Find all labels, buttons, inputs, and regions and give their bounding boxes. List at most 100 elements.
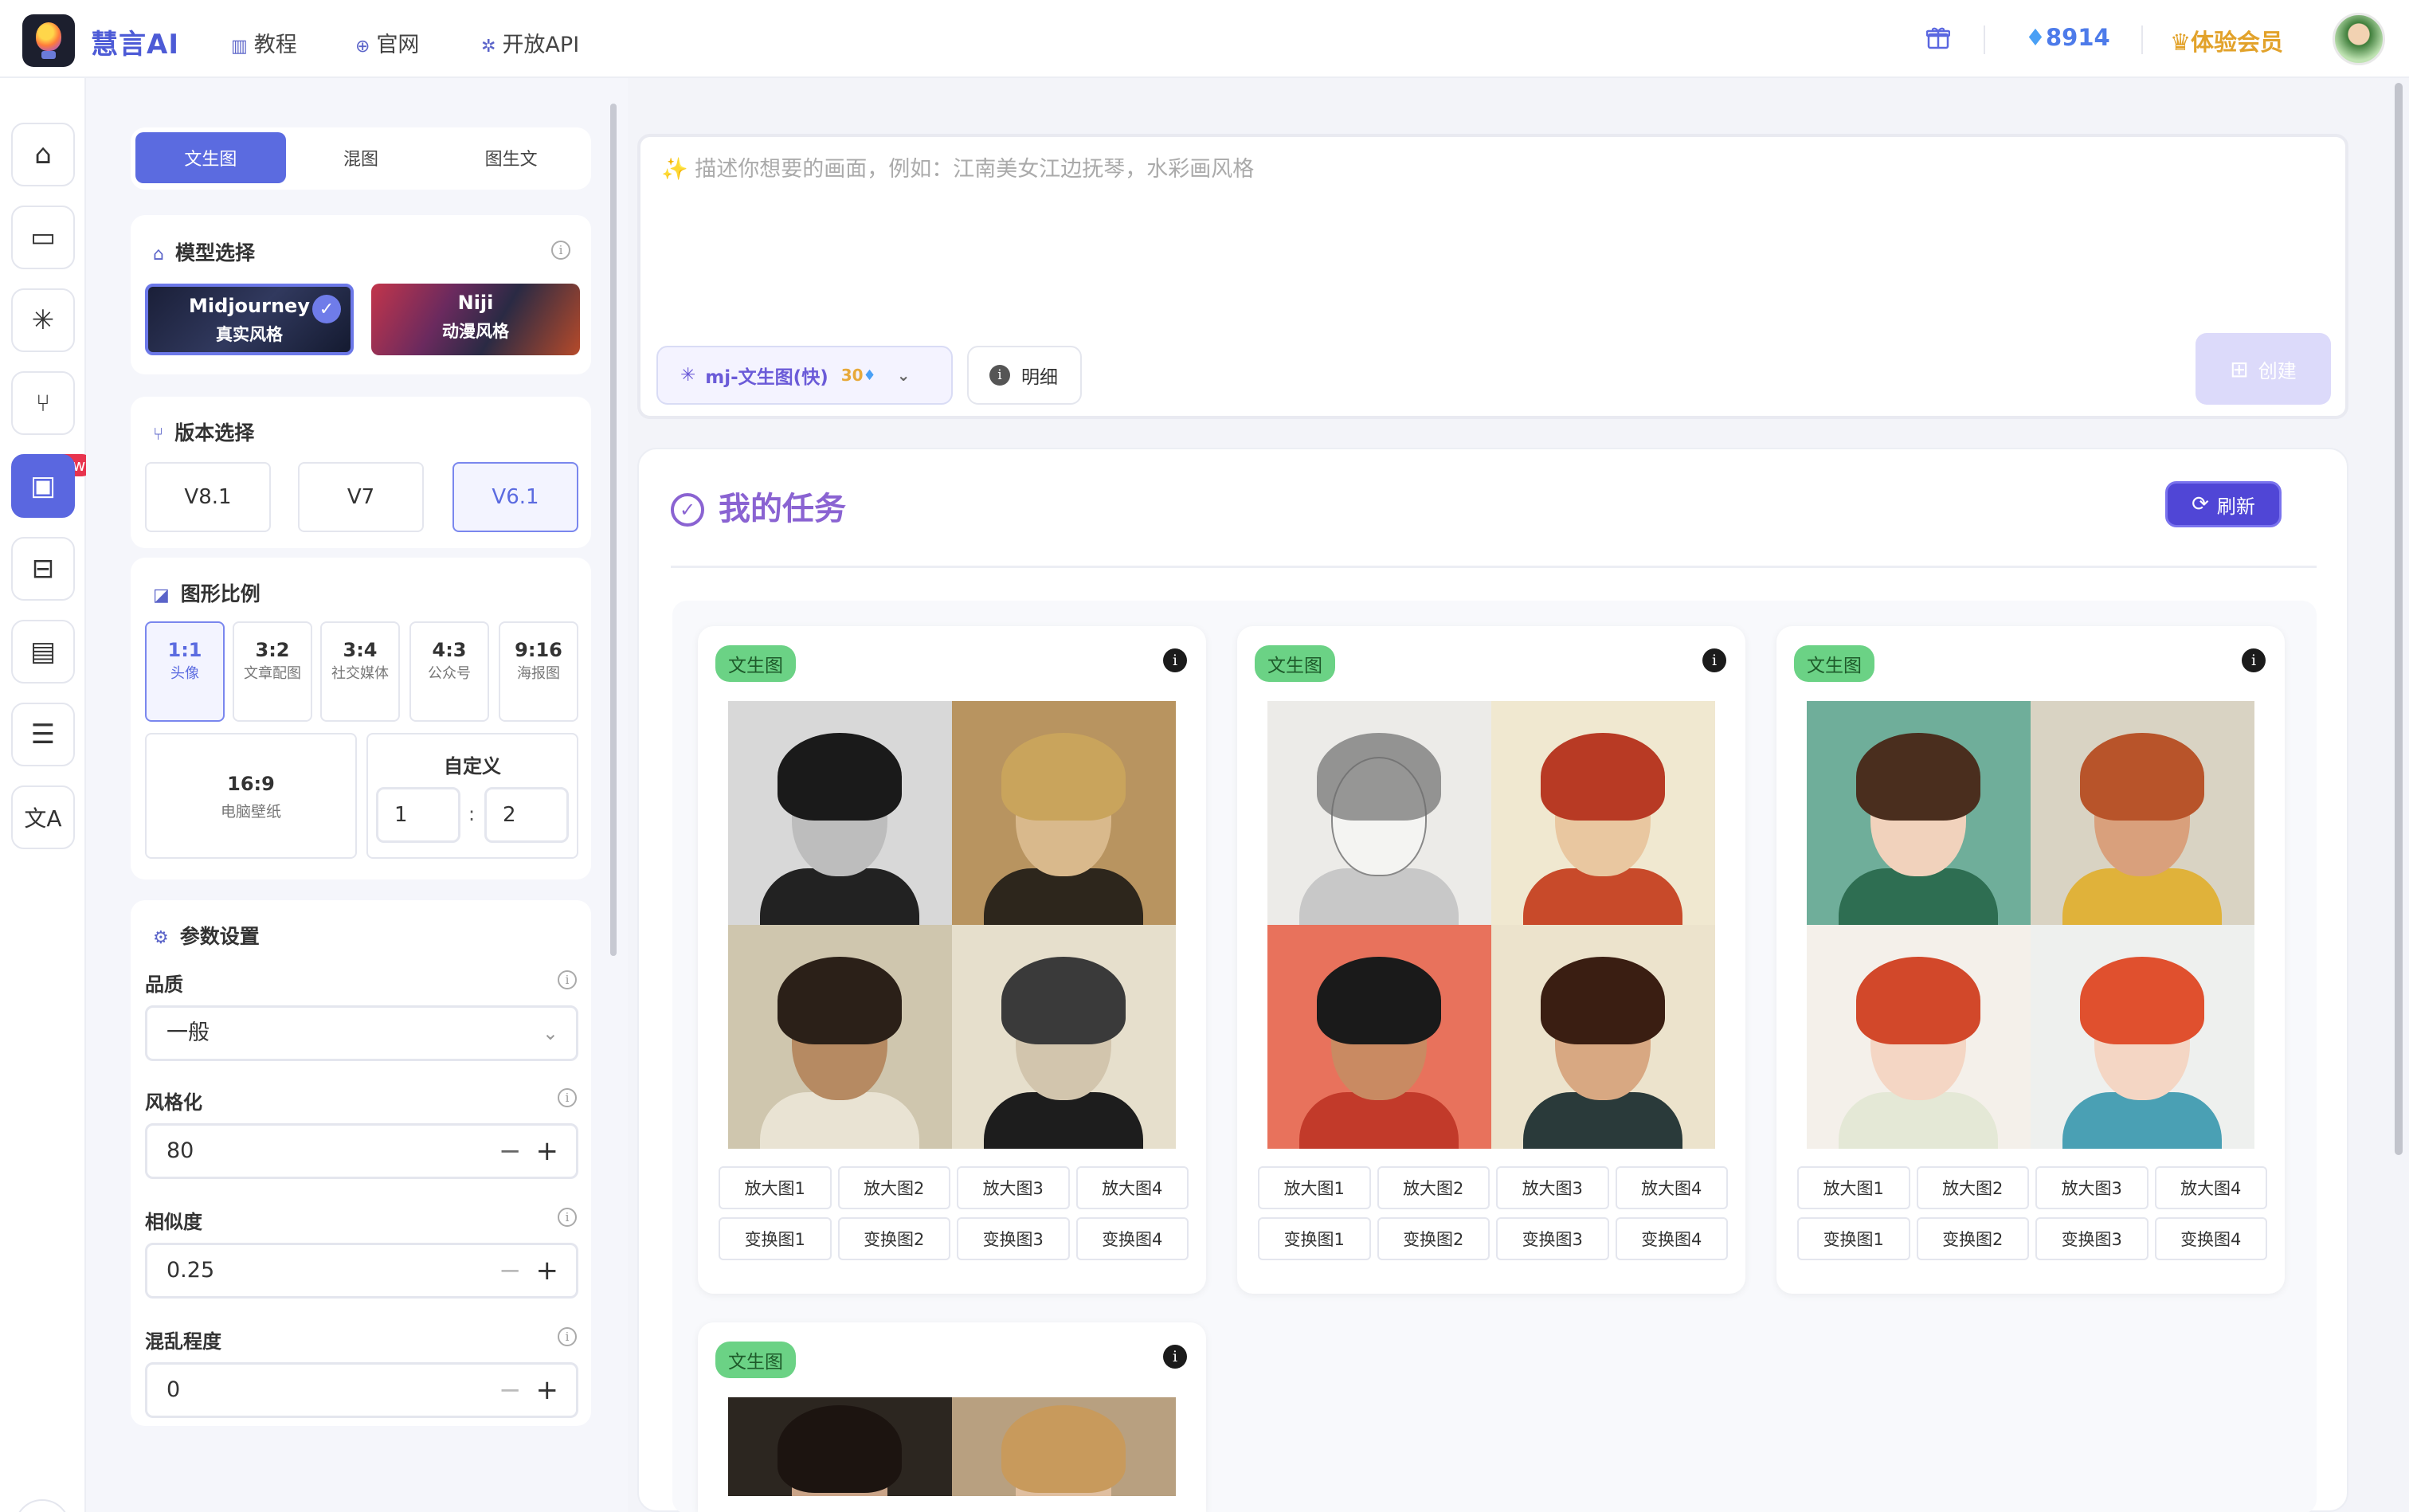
nav-website[interactable]: ⊕ 官网 bbox=[355, 27, 419, 58]
prompt-box[interactable]: ✨ 描述你想要的画面，例如：江南美女江边抚琴，水彩画风格 ✳ mj-文生图(快)… bbox=[637, 134, 2348, 419]
rail-home[interactable]: ⌂ bbox=[11, 123, 75, 186]
detail-button[interactable]: i 明细 bbox=[967, 346, 1082, 405]
generated-image[interactable] bbox=[728, 1397, 952, 1496]
brand-name[interactable]: 慧言AI bbox=[91, 22, 179, 61]
plus-icon[interactable]: + bbox=[536, 1255, 559, 1287]
gift-icon[interactable] bbox=[1926, 25, 1950, 49]
ratio-9-16[interactable]: 9:16 海报图 bbox=[499, 621, 578, 722]
info-icon[interactable]: i bbox=[2242, 648, 2266, 672]
generated-image[interactable] bbox=[2031, 701, 2254, 925]
minus-icon[interactable]: − bbox=[499, 1255, 522, 1287]
ratio-16-9[interactable]: 16:9 电脑壁纸 bbox=[145, 733, 357, 859]
plus-icon[interactable]: + bbox=[536, 1374, 559, 1406]
vary-1-button[interactable]: 变换图1 bbox=[1797, 1217, 1910, 1260]
ratio-3-4[interactable]: 3:4 社交媒体 bbox=[320, 621, 400, 722]
app-logo[interactable] bbox=[22, 14, 75, 67]
vary-2-button[interactable]: 变换图2 bbox=[1377, 1217, 1490, 1260]
tab-blend[interactable]: 混图 bbox=[286, 132, 437, 183]
rail-bag[interactable]: ⊟ bbox=[11, 537, 75, 601]
tab-text-to-image[interactable]: 文生图 bbox=[135, 132, 286, 183]
generated-image[interactable] bbox=[952, 701, 1176, 925]
info-icon[interactable]: i bbox=[1163, 1345, 1187, 1369]
upscale-4-button[interactable]: 放大图4 bbox=[1615, 1166, 1728, 1209]
rail-branch[interactable]: ⑂ bbox=[11, 371, 75, 435]
info-icon[interactable]: i bbox=[558, 1208, 577, 1227]
vary-3-button[interactable]: 变换图3 bbox=[957, 1217, 1070, 1260]
generated-image[interactable] bbox=[2031, 925, 2254, 1149]
info-icon[interactable]: i bbox=[558, 970, 577, 989]
rail-translate[interactable]: 文A bbox=[11, 785, 75, 849]
nav-tutorial[interactable]: ▥ 教程 bbox=[231, 27, 297, 58]
generated-image[interactable] bbox=[1491, 925, 1715, 1149]
ratio-4-3[interactable]: 4:3 公众号 bbox=[409, 621, 489, 722]
rail-image-gen[interactable]: ▣ bbox=[11, 454, 75, 518]
upscale-3-button[interactable]: 放大图3 bbox=[1496, 1166, 1609, 1209]
vary-3-button[interactable]: 变换图3 bbox=[2035, 1217, 2149, 1260]
rail-chat[interactable]: ▭ bbox=[11, 206, 75, 269]
similarity-input[interactable]: 0.25 − + bbox=[145, 1243, 578, 1299]
upscale-1-button[interactable]: 放大图1 bbox=[1797, 1166, 1910, 1209]
vary-2-button[interactable]: 变换图2 bbox=[837, 1217, 950, 1260]
upscale-4-button[interactable]: 放大图4 bbox=[1075, 1166, 1189, 1209]
generated-image[interactable] bbox=[1807, 701, 2031, 925]
task-image-grid[interactable] bbox=[728, 701, 1176, 1149]
upscale-2-button[interactable]: 放大图2 bbox=[837, 1166, 950, 1209]
minus-icon[interactable]: − bbox=[499, 1135, 522, 1167]
model-midjourney[interactable]: Midjourney 真实风格 ✓ bbox=[145, 284, 354, 355]
generated-image[interactable] bbox=[728, 701, 952, 925]
vary-1-button[interactable]: 变换图1 bbox=[1258, 1217, 1371, 1260]
custom-ratio-height-input[interactable]: 2 bbox=[484, 787, 569, 843]
info-icon[interactable]: i bbox=[558, 1327, 577, 1346]
upscale-1-button[interactable]: 放大图1 bbox=[1258, 1166, 1371, 1209]
generated-image[interactable] bbox=[728, 925, 952, 1149]
info-icon[interactable]: i bbox=[1702, 648, 1726, 672]
refresh-button[interactable]: ⟳ 刷新 bbox=[2165, 481, 2282, 527]
minus-icon[interactable]: − bbox=[499, 1374, 522, 1406]
info-icon[interactable]: i bbox=[558, 1088, 577, 1107]
info-icon[interactable]: i bbox=[551, 241, 570, 260]
vary-4-button[interactable]: 变换图4 bbox=[1615, 1217, 1728, 1260]
upscale-3-button[interactable]: 放大图3 bbox=[957, 1166, 1070, 1209]
generated-image[interactable] bbox=[1491, 701, 1715, 925]
quality-select[interactable]: 一般 ⌄ bbox=[145, 1005, 578, 1061]
prompt-input[interactable]: ✨ 描述你想要的画面，例如：江南美女江边抚琴，水彩画风格 bbox=[661, 151, 1254, 182]
version-v6-1[interactable]: V6.1 bbox=[452, 462, 578, 532]
rail-sparkle[interactable]: ✳ bbox=[11, 288, 75, 352]
stylize-input[interactable]: 80 − + bbox=[145, 1123, 578, 1179]
task-image-grid[interactable] bbox=[728, 1397, 1176, 1496]
upscale-4-button[interactable]: 放大图4 bbox=[2154, 1166, 2267, 1209]
gem-balance[interactable]: ♦8914 bbox=[2025, 24, 2110, 51]
vary-4-button[interactable]: 变换图4 bbox=[2154, 1217, 2267, 1260]
version-v8-1[interactable]: V8.1 bbox=[145, 462, 271, 532]
rail-gallery[interactable]: ▤ bbox=[11, 620, 75, 684]
ratio-3-2[interactable]: 3:2 文章配图 bbox=[233, 621, 312, 722]
generated-image[interactable] bbox=[952, 1397, 1176, 1496]
tab-image-to-text[interactable]: 图生文 bbox=[436, 132, 586, 183]
generated-image[interactable] bbox=[1267, 925, 1491, 1149]
upscale-2-button[interactable]: 放大图2 bbox=[1916, 1166, 2029, 1209]
create-button[interactable]: ⊞ 创建 bbox=[2196, 333, 2331, 405]
ratio-1-1[interactable]: 1:1 头像 bbox=[145, 621, 225, 722]
vip-member-link[interactable]: ♛体验会员 bbox=[2170, 24, 2283, 57]
upscale-1-button[interactable]: 放大图1 bbox=[719, 1166, 832, 1209]
info-icon[interactable]: i bbox=[1163, 648, 1187, 672]
nav-open-api[interactable]: ✲ 开放API bbox=[481, 27, 579, 58]
upscale-3-button[interactable]: 放大图3 bbox=[2035, 1166, 2149, 1209]
model-mode-dropdown[interactable]: ✳ mj-文生图(快) 30 ♦ ⌄ bbox=[656, 346, 953, 405]
task-image-grid[interactable] bbox=[1267, 701, 1715, 1149]
page-scrollbar[interactable] bbox=[2395, 83, 2403, 1155]
chaos-input[interactable]: 0 − + bbox=[145, 1362, 578, 1418]
vary-4-button[interactable]: 变换图4 bbox=[1075, 1217, 1189, 1260]
plus-icon[interactable]: + bbox=[536, 1135, 559, 1167]
generated-image[interactable] bbox=[1807, 925, 2031, 1149]
custom-ratio-width-input[interactable]: 1 bbox=[376, 787, 460, 843]
upscale-2-button[interactable]: 放大图2 bbox=[1377, 1166, 1490, 1209]
vary-3-button[interactable]: 变换图3 bbox=[1496, 1217, 1609, 1260]
user-avatar[interactable] bbox=[2333, 13, 2385, 65]
rail-list[interactable]: ☰ bbox=[11, 703, 75, 766]
vary-2-button[interactable]: 变换图2 bbox=[1916, 1217, 2029, 1260]
vary-1-button[interactable]: 变换图1 bbox=[719, 1217, 832, 1260]
generated-image[interactable] bbox=[1267, 701, 1491, 925]
task-image-grid[interactable] bbox=[1807, 701, 2254, 1149]
version-v7[interactable]: V7 bbox=[298, 462, 424, 532]
